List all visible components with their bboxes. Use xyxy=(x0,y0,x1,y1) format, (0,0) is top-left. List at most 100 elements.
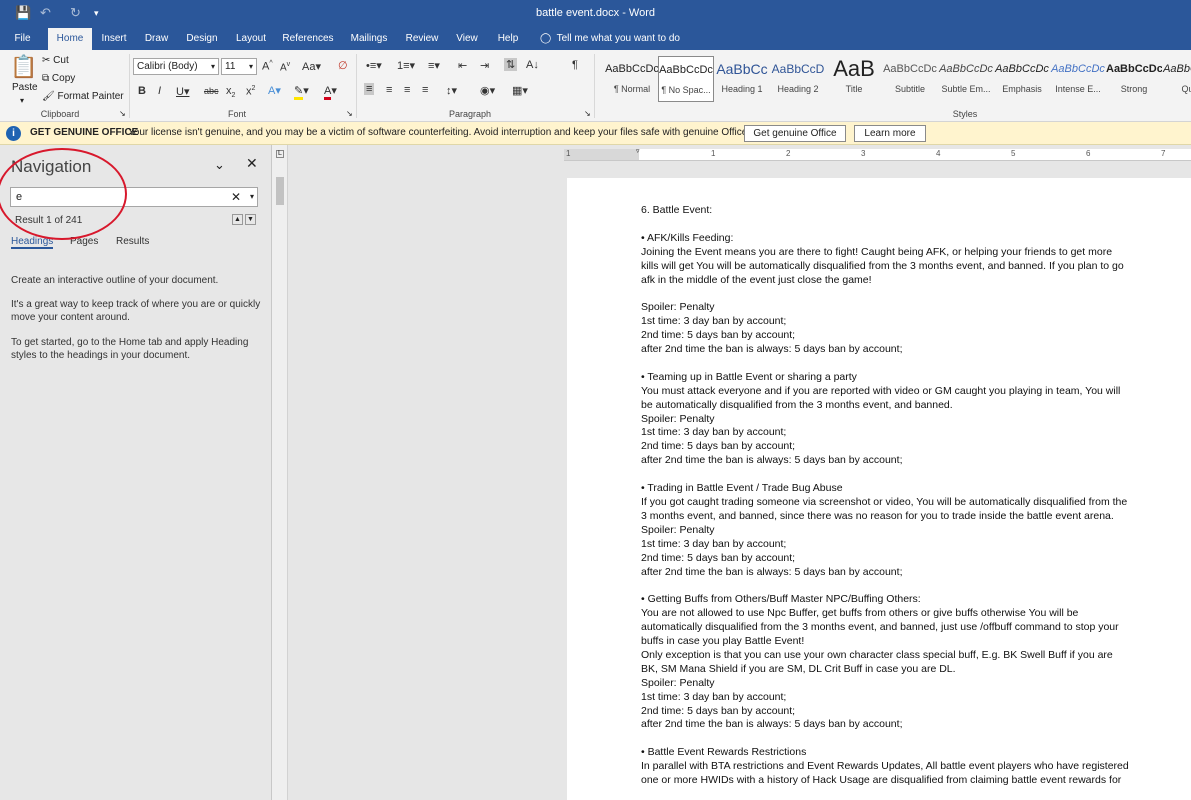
paragraph[interactable]: 1st time: 3 day ban by account; xyxy=(641,691,1131,705)
style-emphasis[interactable]: AaBbCcDc Emphasis xyxy=(994,56,1050,102)
previous-result-icon[interactable]: ▲ xyxy=(232,214,243,225)
style-no-spac[interactable]: AaBbCcDc ¶ No Spac... xyxy=(658,56,714,102)
tab-references[interactable]: References xyxy=(279,28,337,50)
document-page[interactable]: 6. Battle Event: • AFK/Kills Feeding: Join… xyxy=(567,178,1191,800)
paragraph[interactable]: Only exception is that you can use your … xyxy=(641,649,1131,677)
tab-insert[interactable]: Insert xyxy=(96,28,132,50)
paragraph[interactable]: Spoiler: Penalty xyxy=(641,524,1131,538)
paragraph[interactable]: In parallel with BTA restrictions and Ev… xyxy=(641,760,1131,788)
tab-help[interactable]: Help xyxy=(490,28,526,50)
tab-design[interactable]: Design xyxy=(181,28,223,50)
bold-icon[interactable]: B xyxy=(138,85,146,97)
style-subtitle[interactable]: AaBbCcDc Subtitle xyxy=(882,56,938,102)
chevron-down-icon[interactable]: ▾ xyxy=(250,188,254,206)
italic-icon[interactable]: I xyxy=(158,85,161,97)
paragraph[interactable]: Spoiler: Penalty xyxy=(641,677,1131,691)
font-color-icon[interactable]: A▾ xyxy=(324,84,337,100)
align-left-icon[interactable]: ≡ xyxy=(364,83,375,95)
paragraph[interactable]: 2nd time: 5 days ban by account; xyxy=(641,705,1131,719)
paragraph[interactable]: • Battle Event Rewards Restrictions xyxy=(641,746,1131,760)
paragraph[interactable]: • Teaming up in Battle Event or sharing … xyxy=(641,371,1131,385)
strikethrough-icon[interactable]: abc xyxy=(204,86,219,96)
paragraph[interactable]: 6. Battle Event: xyxy=(641,204,1131,218)
align-right-icon[interactable]: ≡ xyxy=(404,84,410,96)
empty-paragraph[interactable] xyxy=(641,468,1131,482)
pilcrow-icon[interactable]: ¶ xyxy=(572,59,578,71)
cut-button[interactable]: ✂ Cut xyxy=(42,55,69,66)
highlight-icon[interactable]: ✎▾ xyxy=(294,84,309,100)
style-normal[interactable]: AaBbCcDc ¶ Normal xyxy=(604,56,660,102)
style-subtle-em[interactable]: AaBbCcDc Subtle Em... xyxy=(938,56,994,102)
font-name-combo[interactable]: Calibri (Body) ▾ xyxy=(133,58,219,75)
tab-file[interactable]: File xyxy=(6,28,39,50)
tab-layout[interactable]: Layout xyxy=(229,28,273,50)
shrink-font-icon[interactable]: Av xyxy=(280,61,290,73)
paragraph[interactable]: • Trading in Battle Event / Trade Bug Ab… xyxy=(641,482,1131,496)
tell-me-search[interactable]: ◯ Tell me what you want to do xyxy=(540,28,680,50)
grow-font-icon[interactable]: A^ xyxy=(262,60,273,73)
paragraph[interactable]: 1st time: 3 day ban by account; xyxy=(641,315,1131,329)
superscript-icon[interactable]: x2 xyxy=(246,85,255,98)
paragraph[interactable]: after 2nd time the ban is always: 5 days… xyxy=(641,718,1131,732)
paragraph[interactable]: 2nd time: 5 days ban by account; xyxy=(641,329,1131,343)
clipboard-launcher-icon[interactable]: ↘ xyxy=(119,109,126,118)
paragraph[interactable]: If you got caught trading someone via sc… xyxy=(641,496,1131,524)
paragraph[interactable]: after 2nd time the ban is always: 5 days… xyxy=(641,566,1131,580)
document-body[interactable]: 6. Battle Event: • AFK/Kills Feeding: Join… xyxy=(641,204,1131,788)
clear-formatting-icon[interactable]: ∅ xyxy=(338,59,348,72)
paragraph[interactable]: 2nd time: 5 days ban by account; xyxy=(641,552,1131,566)
ruler-tab-selector-icon[interactable]: L xyxy=(276,150,284,158)
shading-icon[interactable]: ◉▾ xyxy=(480,84,495,97)
empty-paragraph[interactable] xyxy=(641,732,1131,746)
empty-paragraph[interactable] xyxy=(641,287,1131,301)
font-size-combo[interactable]: 11 ▾ xyxy=(221,58,257,75)
style-heading-1[interactable]: AaBbCc Heading 1 xyxy=(714,56,770,102)
clear-search-icon[interactable]: ✕ xyxy=(231,188,241,206)
scroll-thumb[interactable] xyxy=(276,177,284,205)
paragraph[interactable]: 1st time: 3 day ban by account; xyxy=(641,538,1131,552)
paragraph[interactable]: 2nd time: 5 days ban by account; xyxy=(641,440,1131,454)
align-center-icon[interactable]: ≡ xyxy=(386,84,392,96)
tab-home[interactable]: Home xyxy=(48,28,92,50)
decrease-indent-icon[interactable]: ⇤ xyxy=(458,59,467,72)
empty-paragraph[interactable] xyxy=(641,218,1131,232)
paste-icon[interactable]: 📋 xyxy=(10,54,37,80)
style-strong[interactable]: AaBbCcDc Strong xyxy=(1106,56,1162,102)
text-effects-icon[interactable]: A▾ xyxy=(268,84,281,97)
learn-more-button[interactable]: Learn more xyxy=(854,125,926,142)
sort-icon[interactable]: ⇅ xyxy=(504,58,518,71)
style-quo[interactable]: AaBbCcDc Quo xyxy=(1162,56,1191,102)
style-title[interactable]: AaB Title xyxy=(826,56,882,102)
paragraph[interactable]: Spoiler: Penalty xyxy=(641,413,1131,427)
close-icon[interactable]: ✕ xyxy=(246,155,258,172)
tab-review[interactable]: Review xyxy=(400,28,444,50)
format-painter-button[interactable]: 🖌 Format Painter xyxy=(42,91,124,102)
numbering-icon[interactable]: 1≡▾ xyxy=(397,59,415,72)
paragraph[interactable]: Spoiler: Penalty xyxy=(641,301,1131,315)
underline-icon[interactable]: U▾ xyxy=(176,85,189,98)
paragraph[interactable]: after 2nd time the ban is always: 5 days… xyxy=(641,454,1131,468)
paragraph-launcher-icon[interactable]: ↘ xyxy=(584,109,591,118)
bullets-icon[interactable]: •≡▾ xyxy=(366,59,382,72)
paragraph[interactable]: You must attack everyone and if you are … xyxy=(641,385,1131,413)
style-heading-2[interactable]: AaBbCcD Heading 2 xyxy=(770,56,826,102)
sort-az-icon[interactable]: A↓ xyxy=(526,59,539,71)
paragraph[interactable]: • Getting Buffs from Others/Buff Master … xyxy=(641,593,1131,607)
horizontal-ruler[interactable]: ▿ 1 1 2 3 4 5 6 7 xyxy=(564,148,1191,161)
tab-view[interactable]: View xyxy=(450,28,484,50)
tab-draw[interactable]: Draw xyxy=(140,28,173,50)
paragraph[interactable]: • AFK/Kills Feeding: xyxy=(641,232,1131,246)
paragraph[interactable]: You are not allowed to use Npc Buffer, g… xyxy=(641,607,1131,649)
copy-button[interactable]: ⧉ Copy xyxy=(42,73,75,84)
next-result-icon[interactable]: ▼ xyxy=(245,214,256,225)
tab-mailings[interactable]: Mailings xyxy=(343,28,395,50)
multilevel-list-icon[interactable]: ≡▾ xyxy=(428,59,440,72)
paste-button[interactable]: Paste xyxy=(12,82,38,93)
paragraph[interactable]: Joining the Event means you are there to… xyxy=(641,246,1131,288)
subscript-icon[interactable]: x2 xyxy=(226,85,235,99)
style-intense-e[interactable]: AaBbCcDc Intense E... xyxy=(1050,56,1106,102)
justify-icon[interactable]: ≡ xyxy=(422,84,428,96)
paste-dropdown-icon[interactable]: ▾ xyxy=(20,96,24,105)
paragraph[interactable]: after 2nd time the ban is always: 5 days… xyxy=(641,343,1131,357)
change-case-icon[interactable]: Aa▾ xyxy=(302,60,321,73)
